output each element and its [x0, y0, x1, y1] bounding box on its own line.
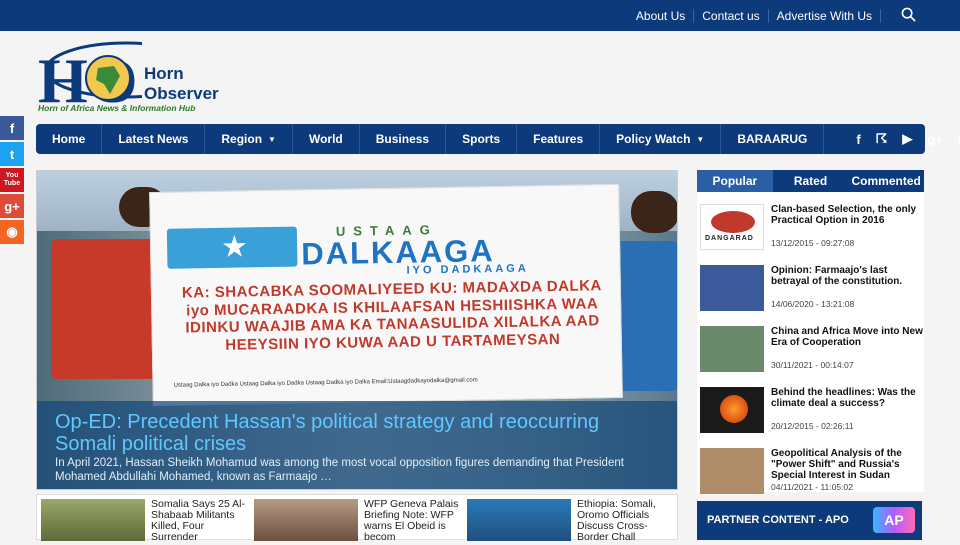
nav-item-label: World [308, 132, 343, 146]
strip-thumb [254, 499, 358, 541]
popular-title: Clan-based Selection, the only Practical… [771, 204, 917, 226]
news-strip: Somalia Says 25 Al-Shabaab Militants Kil… [36, 494, 678, 543]
nav-item-home[interactable]: Home [36, 124, 103, 154]
popular-thumb [700, 326, 764, 372]
nav-item-label: Features [533, 132, 584, 146]
nav-item-label: Business [375, 132, 430, 146]
site-logo[interactable]: HO Horn Observer Horn of Africa News & I… [36, 40, 236, 118]
dangarad-logo [711, 211, 755, 233]
popular-title: Geopolitical Analysis of the "Power Shif… [771, 448, 902, 481]
logo-observer: Observer [144, 84, 219, 103]
partner-label: PARTNER CONTENT - APO [707, 514, 849, 526]
strip-title: Somalia Says 25 Al-Shabaab Militants Kil… [151, 498, 245, 543]
youtube-icon[interactable]: You Tube [0, 168, 24, 192]
nav-item-label: BARAARUG [737, 132, 808, 146]
nav-item-sports[interactable]: Sports [446, 124, 518, 154]
nav-item-business[interactable]: Business [360, 124, 447, 154]
popular-date: 30/11/2021 - 00:14:07 [771, 360, 854, 370]
nav-social-icons: f☈▶g+◉ [856, 131, 960, 147]
popular-item[interactable]: China and Africa Move into New Era of Co… [700, 326, 923, 372]
tab-rated[interactable]: Rated [773, 170, 849, 192]
popular-thumb [700, 387, 764, 433]
chevron-down-icon: ▼ [696, 134, 705, 144]
hero-slide[interactable]: ★ USTAAG DALKAAGA IYO DADKAAGA KA: SHACA… [36, 170, 678, 490]
popular-thumb [700, 448, 764, 494]
tab-commented[interactable]: Commented [848, 170, 924, 192]
about-us-link[interactable]: About Us [628, 8, 695, 23]
popular-title: Behind the headlines: Was the climate de… [771, 387, 916, 409]
nav-item-world[interactable]: World [293, 124, 360, 154]
popular-thumb: DANGARAD [700, 204, 764, 250]
popular-item[interactable]: Geopolitical Analysis of the "Power Shif… [700, 448, 922, 494]
nav-item-latest-news[interactable]: Latest News [102, 124, 206, 154]
popular-title: Opinion: Farmaajo's last betrayal of the… [771, 265, 903, 287]
googleplus-icon[interactable]: g+ [0, 194, 24, 218]
partner-banner[interactable]: PARTNER CONTENT - APO AP [697, 501, 922, 540]
popular-date: 20/12/2015 - 02:26:11 [771, 421, 854, 431]
main-nav: Home Latest News Region ▼ World Business Sport… [36, 124, 960, 154]
hero-title[interactable]: Op-ED: Precedent Hassan's political stra… [55, 411, 665, 455]
rss-icon[interactable]: ◉ [0, 220, 24, 244]
banner-iyo: IYO DADKAAGA [406, 262, 529, 277]
protest-banner: ★ USTAAG DALKAAGA IYO DADKAAGA KA: SHACA… [149, 183, 623, 407]
strip-title: Ethiopia: Somali, Oromo Officials Discus… [577, 498, 656, 543]
contact-us-link[interactable]: Contact us [694, 8, 769, 23]
popular-date: 04/11/2021 - 11:05:02 [771, 482, 853, 492]
dangarad-label: DANGARAD [705, 235, 754, 242]
chevron-down-icon: ▼ [268, 134, 276, 144]
star-icon: ★ [220, 230, 249, 264]
hero-hand-right [631, 191, 677, 233]
strip-thumb [467, 499, 571, 541]
logo-horn: Horn [144, 64, 184, 83]
nav-item-label: Sports [462, 132, 501, 146]
googleplus-icon[interactable]: g+ [927, 132, 943, 147]
tab-popular[interactable]: Popular [697, 170, 773, 192]
nav-item-label: Region [221, 132, 263, 146]
popular-item[interactable]: Behind the headlines: Was the climate de… [700, 387, 922, 433]
popular-title: China and Africa Move into New Era of Co… [771, 326, 923, 348]
popular-item[interactable]: Opinion: Farmaajo's last betrayal of the… [700, 265, 922, 311]
popular-thumb [700, 265, 764, 311]
facebook-icon[interactable]: f [856, 132, 860, 147]
logo-tagline: Horn of Africa News & Information Hub [38, 103, 196, 113]
ho-logo-mark: HO [38, 41, 142, 108]
banner-message: KA: SHACABKA SOOMALIYEED KU: MADAXDA DAL… [181, 277, 602, 354]
nav-item-region[interactable]: Region ▼ [205, 124, 293, 154]
nav-item-label: Latest News [118, 132, 189, 146]
popular-item[interactable]: DANGARAD Clan-based Selection, the only P… [700, 204, 922, 250]
search-icon [901, 7, 916, 22]
youtube-icon[interactable]: ▶ [902, 131, 912, 147]
top-links: About Us Contact us Advertise With Us [628, 0, 924, 31]
popular-date: 14/06/2020 - 13:21:08 [771, 299, 855, 309]
banner-footer: Ustaag Dalka iyo Dadka Ustaag Dalka iyo … [173, 377, 478, 389]
nav-item-baraarug[interactable]: BARAARUG [721, 124, 825, 154]
search-button[interactable] [881, 7, 924, 25]
hero-excerpt: In April 2021, Hassan Sheikh Mohamud was… [55, 457, 624, 483]
strip-thumb [41, 499, 145, 541]
top-bar: About Us Contact us Advertise With Us [0, 0, 960, 31]
nav-item-label: Home [52, 132, 86, 146]
nav-item-policy-watch[interactable]: Policy Watch ▼ [600, 124, 722, 154]
social-sidebar: f t You Tube g+ ◉ [0, 116, 24, 246]
nav-item-features[interactable]: Features [517, 124, 601, 154]
twitter-icon[interactable]: t [0, 142, 24, 166]
facebook-icon[interactable]: f [0, 116, 24, 140]
apo-logo: AP [873, 507, 915, 533]
popular-sidebar: Popular Rated Commented DANGARAD Clan-bas… [697, 170, 924, 494]
strip-title: WFP Geneva Palais Briefing Note: WFP war… [364, 498, 459, 543]
popular-date: 13/12/2015 - 09:27:08 [771, 238, 855, 248]
sidebar-tabs: Popular Rated Commented [697, 170, 924, 192]
twitter-icon[interactable]: ☈ [876, 131, 888, 147]
advertise-link[interactable]: Advertise With Us [769, 8, 881, 23]
globe-icon [720, 395, 748, 423]
nav-item-label: Policy Watch [616, 132, 691, 146]
